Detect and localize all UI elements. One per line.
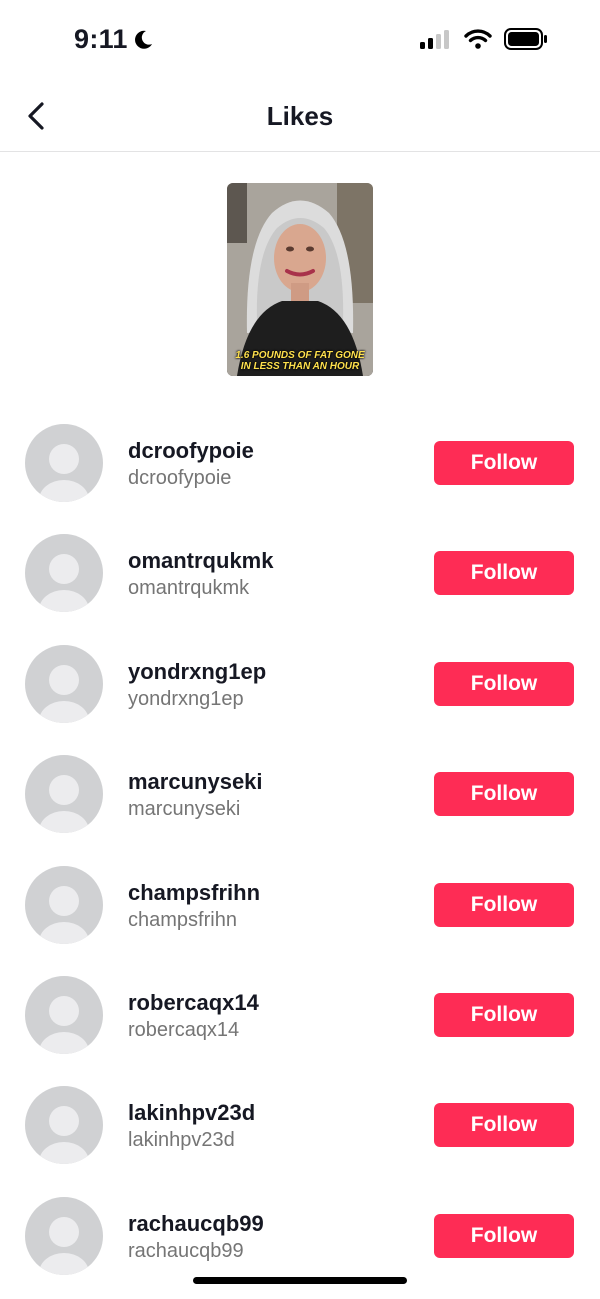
avatar[interactable] [25, 975, 103, 1054]
display-name: marcunyseki [128, 769, 263, 795]
avatar-placeholder-head [49, 554, 79, 585]
list-item[interactable]: yondrxng1ep yondrxng1ep Follow [0, 629, 600, 739]
home-indicator[interactable] [193, 1277, 407, 1284]
video-caption: 1.6 POUNDS OF FAT GONE IN LESS THAN AN H… [235, 350, 365, 372]
avatar-placeholder-body [39, 921, 89, 944]
list-item[interactable]: champsfrihn champsfrihn Follow [0, 850, 600, 960]
list-item[interactable]: omantrqukmk omantrqukmk Follow [0, 518, 600, 628]
video-frame-image [227, 183, 373, 376]
avatar-placeholder-body [39, 590, 89, 613]
moon-icon [134, 30, 152, 49]
avatar-placeholder-head [49, 1106, 79, 1137]
avatar-placeholder-body [39, 1252, 89, 1275]
avatar[interactable] [25, 644, 103, 723]
username: omantrqukmk [128, 577, 250, 600]
signal-icon [420, 30, 449, 49]
video-thumbnail[interactable]: 1.6 POUNDS OF FAT GONE IN LESS THAN AN H… [227, 183, 373, 376]
display-name: lakinhpv23d [128, 1100, 256, 1126]
username: robercaqx14 [128, 1018, 240, 1041]
avatar-placeholder-body [39, 1142, 89, 1165]
username: lakinhpv23d [128, 1129, 235, 1152]
follow-button[interactable]: Follow [434, 551, 574, 596]
avatar-placeholder-body [39, 700, 89, 723]
avatar-placeholder-body [39, 1031, 89, 1054]
avatar-placeholder-body [39, 480, 89, 502]
user-names: omantrqukmk omantrqukmk [128, 548, 273, 601]
avatar-placeholder-head [49, 995, 79, 1026]
avatar[interactable] [25, 424, 103, 502]
avatar-placeholder-head [49, 1216, 79, 1247]
user-names: yondrxng1ep yondrxng1ep [128, 659, 266, 712]
list-item[interactable]: dcroofypoie dcroofypoie Follow [0, 408, 600, 518]
avatar-placeholder-body [39, 811, 89, 834]
display-name: omantrqukmk [128, 548, 274, 574]
list-item[interactable]: lakinhpv23d lakinhpv23d Follow [0, 1070, 600, 1180]
page-title: Likes [266, 101, 334, 131]
status-time: 9:11 [74, 24, 154, 55]
display-name: rachaucqb99 [128, 1210, 264, 1236]
avatar[interactable] [25, 1086, 103, 1165]
display-name: champsfrihn [128, 879, 261, 905]
user-names: robercaqx14 robercaqx14 [128, 990, 259, 1043]
username: champsfrihn [128, 908, 237, 931]
display-name: yondrxng1ep [128, 658, 267, 684]
battery-icon [504, 28, 547, 50]
follow-button[interactable]: Follow [434, 882, 574, 927]
user-names: dcroofypoie dcroofypoie [128, 438, 254, 491]
follow-button[interactable]: Follow [434, 1103, 574, 1148]
avatar[interactable] [25, 1196, 103, 1275]
follow-button[interactable]: Follow [434, 1213, 574, 1258]
avatar-placeholder-head [49, 885, 79, 916]
likes-list: dcroofypoie dcroofypoie Follow omantrquk… [0, 408, 600, 1291]
username: rachaucqb99 [128, 1239, 244, 1262]
user-names: champsfrihn champsfrihn [128, 880, 260, 933]
status-bar: 9:11 [0, 0, 600, 80]
avatar[interactable] [25, 865, 103, 944]
avatar-placeholder-head [49, 444, 79, 474]
avatar[interactable] [25, 534, 103, 613]
follow-button[interactable]: Follow [434, 772, 574, 817]
display-name: dcroofypoie [128, 438, 254, 463]
username: dcroofypoie [128, 467, 232, 489]
follow-button[interactable]: Follow [434, 661, 574, 706]
username: yondrxng1ep [128, 687, 244, 710]
list-item[interactable]: marcunyseki marcunyseki Follow [0, 739, 600, 849]
follow-button[interactable]: Follow [434, 441, 574, 485]
list-item[interactable]: robercaqx14 robercaqx14 Follow [0, 960, 600, 1070]
display-name: robercaqx14 [128, 989, 259, 1015]
avatar[interactable] [25, 755, 103, 834]
user-names: marcunyseki marcunyseki [128, 769, 263, 822]
nav-bar: Likes [0, 80, 600, 152]
clock-text: 9:11 [74, 24, 128, 54]
list-item[interactable]: rachaucqb99 rachaucqb99 Follow [0, 1181, 600, 1291]
avatar-placeholder-head [49, 775, 79, 806]
username: marcunyseki [128, 798, 241, 821]
wifi-icon [464, 29, 492, 49]
follow-button[interactable]: Follow [434, 992, 574, 1037]
user-names: lakinhpv23d lakinhpv23d [128, 1100, 255, 1153]
user-names: rachaucqb99 rachaucqb99 [128, 1211, 264, 1264]
avatar-placeholder-head [49, 664, 79, 695]
status-icons [420, 28, 548, 50]
